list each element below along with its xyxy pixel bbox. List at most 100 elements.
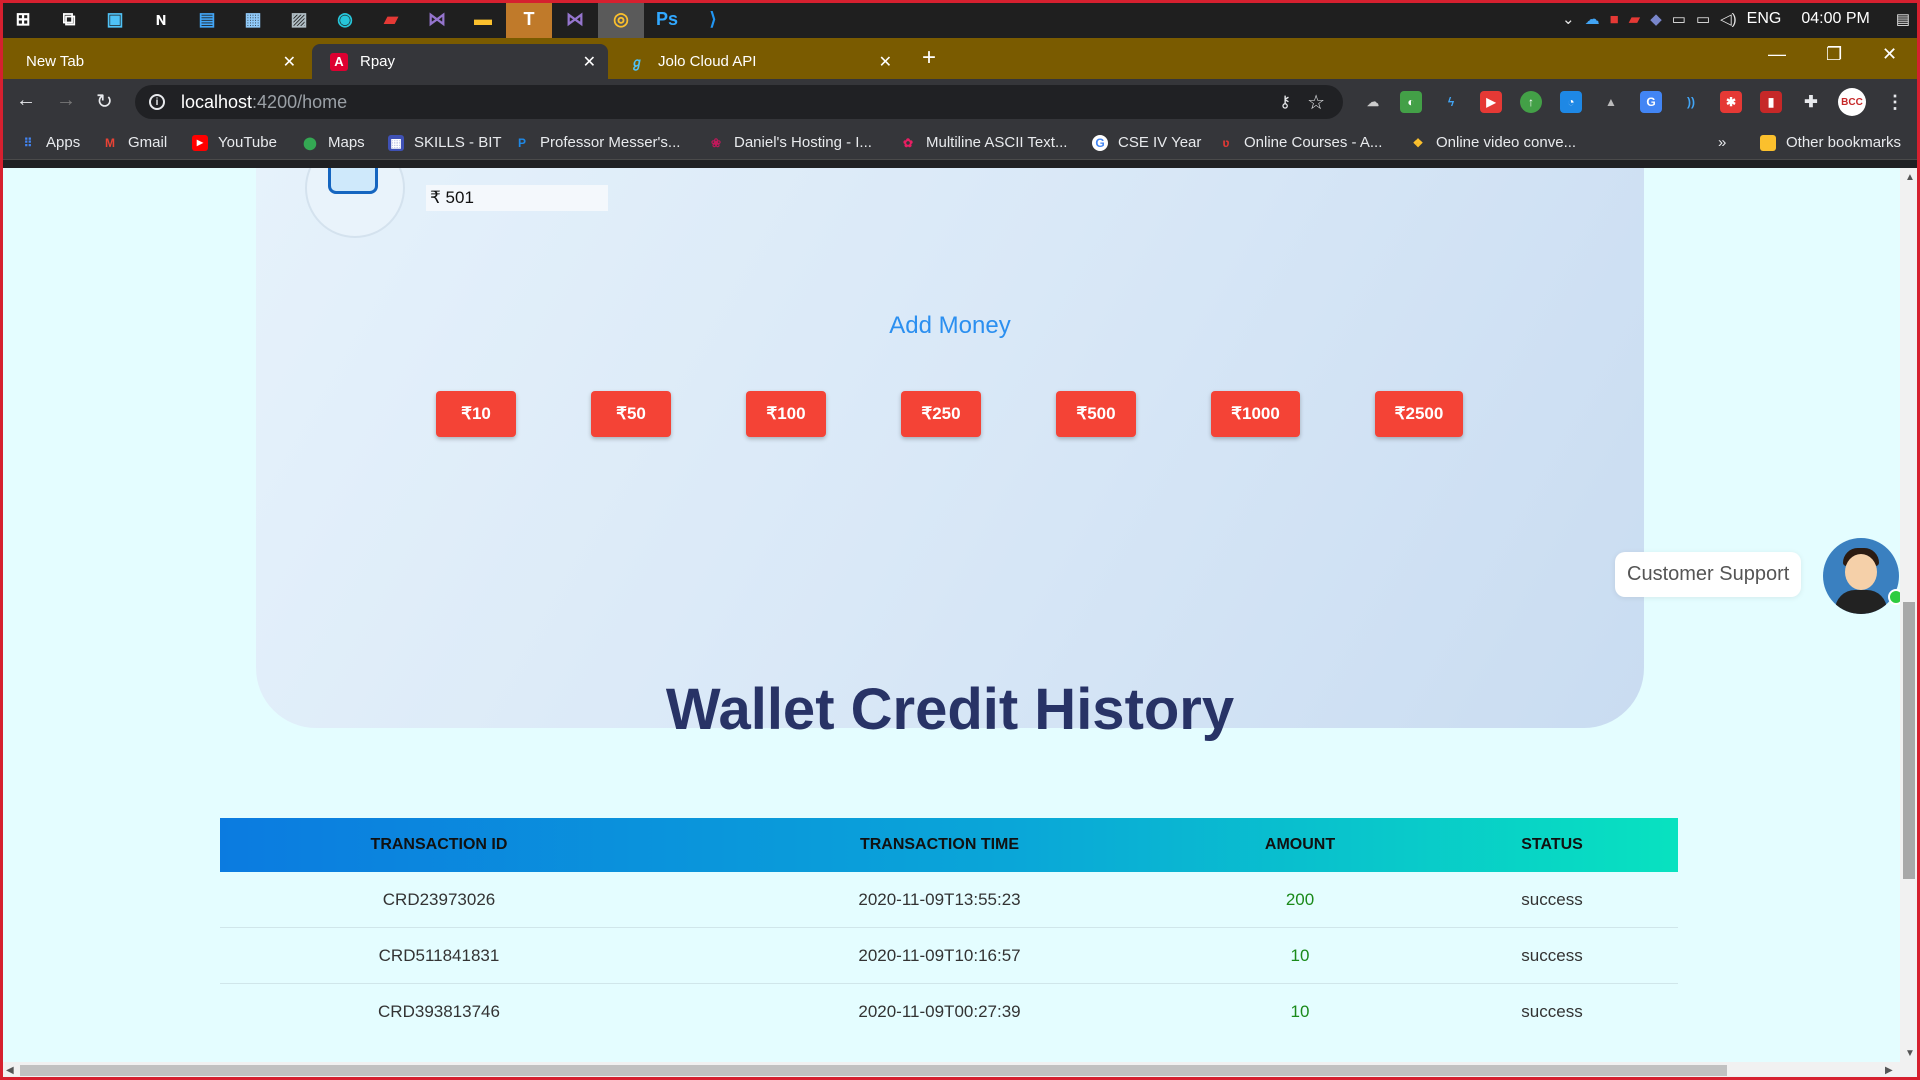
add-10-button[interactable]: ₹10 <box>436 391 516 437</box>
profile-avatar[interactable]: BCC <box>1838 88 1866 116</box>
extension-icon[interactable]: ◔ <box>1560 91 1582 113</box>
bookmark-youtube[interactable]: ▶ YouTube <box>192 134 277 151</box>
task-view-icon[interactable]: ⧉ <box>46 0 92 38</box>
url-text[interactable]: localhost:4200/home <box>181 92 347 113</box>
bookmark-cse-iv-year[interactable]: G CSE IV Year <box>1092 134 1201 151</box>
scroll-left-arrow-icon[interactable]: ◀ <box>6 1065 14 1076</box>
scroll-up-arrow-icon[interactable]: ▲ <box>1905 172 1915 183</box>
more-bookmarks-icon[interactable]: » <box>1718 134 1726 151</box>
reload-icon[interactable]: ↻ <box>96 89 113 114</box>
wallet-icon <box>328 168 378 194</box>
bookmark-multiline-ascii[interactable]: ✿ Multiline ASCII Text... <box>900 134 1067 151</box>
google-drive-icon[interactable]: ▲ <box>1600 91 1622 113</box>
back-icon[interactable]: ← <box>16 89 36 112</box>
app-icon[interactable]: ▤ <box>184 0 230 38</box>
gmail-icon: M <box>105 135 115 150</box>
app-icon[interactable]: ▦ <box>230 0 276 38</box>
url-path: :4200/home <box>252 91 348 112</box>
chrome-icon[interactable]: ◎ <box>598 0 644 38</box>
teams-icon[interactable]: T <box>506 0 552 38</box>
table-row: CRD23973026 2020-11-09T13:55:23 200 succ… <box>220 872 1678 928</box>
add-1000-button[interactable]: ₹1000 <box>1211 391 1300 437</box>
address-bar[interactable]: i localhost:4200/home ⚷ ☆ <box>135 85 1343 119</box>
bookmark-maps[interactable]: ⬤ Maps <box>302 134 364 151</box>
extension-icon[interactable]: ✱ <box>1720 91 1742 113</box>
extension-icon[interactable]: ▮ <box>1760 91 1782 113</box>
bookmark-online-courses[interactable]: ʋ Online Courses - A... <box>1218 134 1383 151</box>
extension-icon[interactable]: )) <box>1680 91 1702 113</box>
site-info-icon[interactable]: i <box>149 94 165 110</box>
onedrive-icon[interactable]: ☁ <box>1585 10 1600 28</box>
add-50-button[interactable]: ₹50 <box>591 391 671 437</box>
translate-icon[interactable]: G <box>1640 91 1662 113</box>
history-table: TRANSACTION ID TRANSACTION TIME AMOUNT S… <box>220 818 1678 1040</box>
extension-icon[interactable]: ☁ <box>1362 91 1384 113</box>
add-100-button[interactable]: ₹100 <box>746 391 826 437</box>
tab-rpay[interactable]: A Rpay ✕ <box>312 44 608 79</box>
bookmark-online-video-converter[interactable]: ❖ Online video conve... <box>1410 134 1576 151</box>
cell-id: CRD393813746 <box>378 1002 500 1021</box>
extension-icon[interactable]: ϟ <box>1440 91 1462 113</box>
extension-icon[interactable]: ↑ <box>1520 91 1542 113</box>
app-icon[interactable]: ɴ <box>138 0 184 38</box>
scroll-down-arrow-icon[interactable]: ▼ <box>1905 1048 1915 1059</box>
bookmark-star-icon[interactable]: ☆ <box>1307 90 1325 115</box>
bookmark-apps[interactable]: ⠿ Apps <box>20 134 81 151</box>
bookmark-skills-bit[interactable]: ▦ SKILLS - BIT <box>388 134 502 151</box>
menu-icon[interactable]: ⋮ <box>1884 91 1906 113</box>
bookmark-daniels-hosting[interactable]: ❀ Daniel's Hosting - I... <box>708 134 872 151</box>
close-tab-icon[interactable]: ✕ <box>283 52 296 72</box>
wallet-card <box>256 168 1644 728</box>
windows-start-icon[interactable]: ⊞ <box>0 0 46 38</box>
courses-icon: ʋ <box>1222 135 1230 150</box>
volume-icon[interactable]: ◁) <box>1720 10 1737 28</box>
restore-icon[interactable]: ❐ <box>1826 44 1842 65</box>
extension-icon[interactable]: ◐ <box>1400 91 1422 113</box>
messer-icon: P <box>517 135 526 150</box>
vertical-scroll-thumb[interactable] <box>1903 602 1915 879</box>
horizontal-scroll-thumb[interactable] <box>20 1065 1727 1076</box>
photoshop-icon[interactable]: Ps <box>644 0 690 38</box>
extensions-puzzle-icon[interactable]: ✚ <box>1800 91 1822 113</box>
bookmark-professor-messer[interactable]: P Professor Messer's... <box>514 134 680 151</box>
vscode-icon[interactable]: ⟩ <box>690 0 736 38</box>
bookmark-gmail[interactable]: M Gmail <box>102 134 167 151</box>
add-250-button[interactable]: ₹250 <box>901 391 981 437</box>
minimize-icon[interactable]: — <box>1768 44 1786 65</box>
add-2500-button[interactable]: ₹2500 <box>1375 391 1463 437</box>
raspberry-icon: ❀ <box>710 135 722 150</box>
file-explorer-icon[interactable]: ▬ <box>460 0 506 38</box>
close-tab-icon[interactable]: ✕ <box>879 52 892 72</box>
scroll-right-arrow-icon[interactable]: ▶ <box>1885 1065 1893 1076</box>
app-tray-icon[interactable]: ■ <box>1610 11 1619 28</box>
teams-tray-icon[interactable]: ◆ <box>1650 10 1662 28</box>
photos-icon[interactable]: ▨ <box>276 0 322 38</box>
chevron-up-icon[interactable]: ⌄ <box>1562 10 1575 28</box>
visual-studio-icon[interactable]: ⋈ <box>552 0 598 38</box>
language-indicator[interactable]: ENG <box>1747 10 1782 28</box>
tab-new-tab[interactable]: New Tab ✕ <box>8 44 308 79</box>
network-icon[interactable]: ▭ <box>1696 10 1710 28</box>
close-window-icon[interactable]: ✕ <box>1882 44 1897 65</box>
other-bookmarks[interactable]: ▬ Other bookmarks <box>1760 134 1901 151</box>
customer-support-label[interactable]: Customer Support <box>1615 552 1802 597</box>
close-tab-icon[interactable]: ✕ <box>583 52 596 72</box>
notifications-icon[interactable]: ▤ <box>1896 10 1910 28</box>
visual-studio-icon[interactable]: ⋈ <box>414 0 460 38</box>
table-header: TRANSACTION ID TRANSACTION TIME AMOUNT S… <box>220 818 1678 872</box>
extension-icon[interactable]: ▶ <box>1480 91 1502 113</box>
add-500-button[interactable]: ₹500 <box>1056 391 1136 437</box>
app-icon[interactable]: ▣ <box>92 0 138 38</box>
battery-icon[interactable]: ▭ <box>1672 10 1686 28</box>
edge-icon[interactable]: ◉ <box>322 0 368 38</box>
maps-icon: ⬤ <box>303 135 317 150</box>
forward-icon[interactable]: → <box>56 89 76 112</box>
tab-jolo-cloud-api[interactable]: ℊ Jolo Cloud API ✕ <box>610 44 904 79</box>
app-icon[interactable]: ▰ <box>368 0 414 38</box>
new-tab-icon[interactable]: + <box>922 44 936 72</box>
windows-taskbar: ⊞ ⧉ ▣ ɴ ▤ ▦ ▨ ◉ ▰ ⋈ ▬ T ⋈ ◎ Ps ⟩ ⌄ ☁ ■ ▰… <box>0 0 1920 38</box>
key-icon[interactable]: ⚷ <box>1279 92 1291 112</box>
clock[interactable]: 04:00 PM <box>1801 10 1869 28</box>
app-tray-icon[interactable]: ▰ <box>1629 10 1641 28</box>
support-avatar[interactable] <box>1823 538 1899 614</box>
